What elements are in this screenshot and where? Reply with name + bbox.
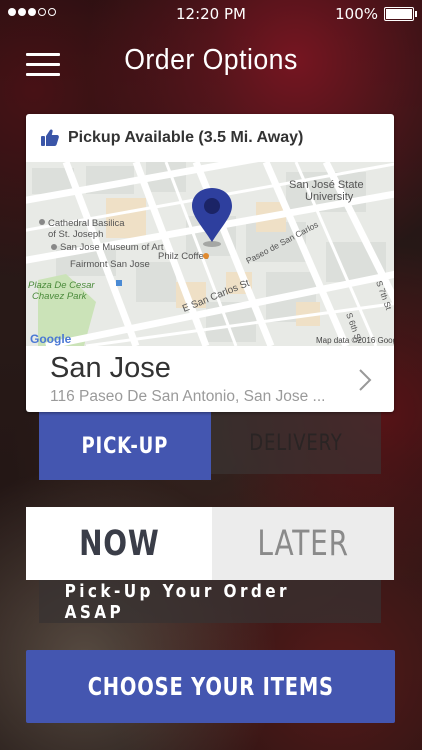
thumbs-up-icon <box>41 129 59 146</box>
museum-marker-icon <box>51 244 57 250</box>
choose-items-button[interactable]: CHOOSE YOUR ITEMS <box>26 650 395 723</box>
chevron-right-icon <box>359 369 372 391</box>
battery-percentage: 100% <box>335 5 378 23</box>
now-option-label: NOW <box>78 523 160 564</box>
map-attribution: Map data ©2016 Google <box>316 336 394 345</box>
header: Order Options <box>0 26 422 104</box>
store-name: San Jose <box>50 352 171 384</box>
map-label-university: San José State <box>289 179 364 191</box>
map-label-plaza: Plaza De Cesar <box>28 280 95 291</box>
later-option-button[interactable]: LATER <box>212 507 394 580</box>
google-logo: Google <box>30 332 72 346</box>
location-card: Pickup Available (3.5 Mi. Away) San José… <box>26 114 394 412</box>
asap-message: Pick-Up Your Order ASAP <box>64 580 290 623</box>
transit-marker-icon <box>116 280 122 286</box>
choose-items-label: CHOOSE YOUR ITEMS <box>87 672 334 701</box>
map-label-plaza-2: Chavez Park <box>32 291 88 302</box>
battery-icon <box>384 7 417 21</box>
map-label-cathedral-2: of St. Joseph <box>48 229 103 240</box>
pickup-option-label: PICK-UP <box>81 433 169 459</box>
delivery-option-label: DELIVERY <box>249 430 343 456</box>
store-location-row[interactable]: San Jose 116 Paseo De San Antonio, San J… <box>26 346 394 412</box>
cathedral-marker-icon <box>39 219 45 225</box>
map-label-cathedral: Cathedral Basilica <box>48 218 125 229</box>
coffee-marker-icon <box>203 253 209 259</box>
order-mode-toggle: PICK-UP DELIVERY <box>39 412 381 480</box>
page-title: Order Options <box>124 44 298 76</box>
map-label-fairmont: Fairmont San Jose <box>70 259 150 270</box>
delivery-option-button[interactable]: DELIVERY <box>211 412 381 474</box>
order-time-toggle: NOW LATER <box>26 507 394 580</box>
store-address: 116 Paseo De San Antonio, San Jose ... <box>50 388 326 405</box>
pickup-option-button[interactable]: PICK-UP <box>39 412 211 480</box>
store-map[interactable]: San José State University Cathedral Basi… <box>26 162 394 346</box>
status-bar: 12:20 PM 100% <box>0 0 422 26</box>
pickup-availability: Pickup Available (3.5 Mi. Away) <box>40 127 303 149</box>
map-label-philz: Philz Coffee <box>158 251 209 262</box>
now-option-button[interactable]: NOW <box>26 507 212 580</box>
pickup-availability-text: Pickup Available (3.5 Mi. Away) <box>68 129 304 146</box>
map-label-museum: San Jose Museum of Art <box>60 242 164 253</box>
map-label-university-2: University <box>305 191 354 203</box>
later-option-label: LATER <box>257 523 349 564</box>
asap-message-banner: Pick-Up Your Order ASAP <box>39 580 381 623</box>
